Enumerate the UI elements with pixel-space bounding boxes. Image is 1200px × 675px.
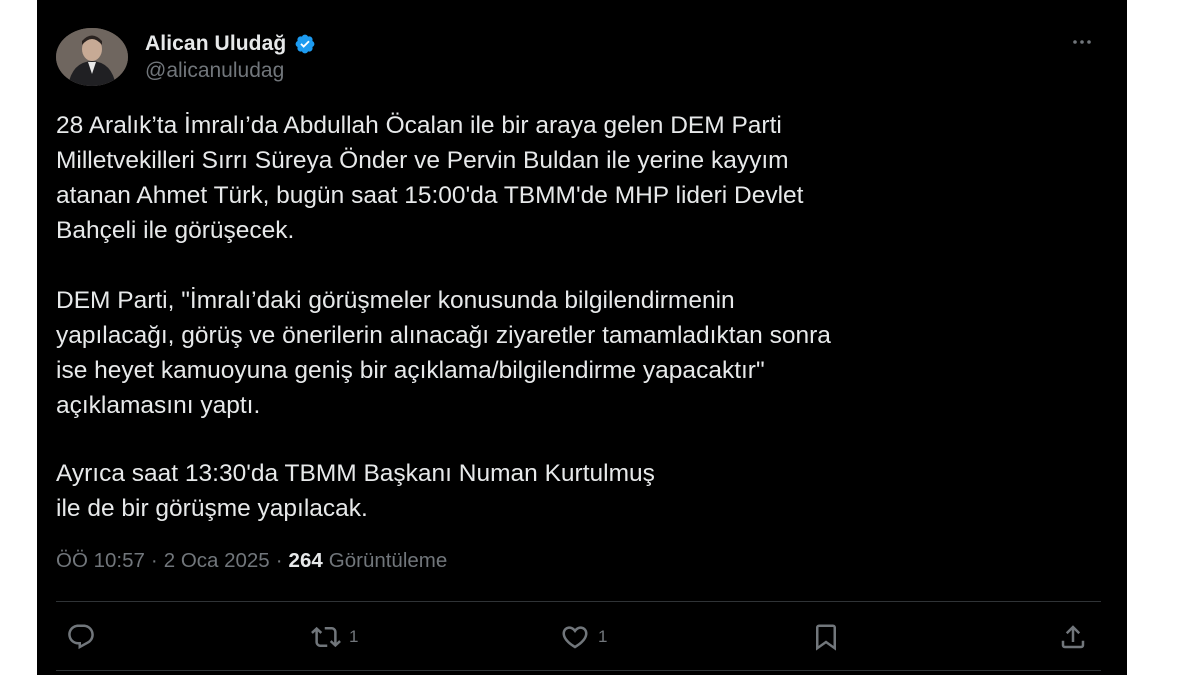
like-count: 1 [598, 627, 608, 646]
author-handle[interactable]: @alicanuludag [145, 59, 284, 83]
reply-icon [68, 624, 94, 650]
bookmark-icon [816, 624, 836, 651]
views-label: Görüntüleme [328, 549, 448, 572]
more-icon[interactable] [1067, 30, 1097, 54]
tweet-text-paragraph: 28 Aralık’ta İmralı’da Abdullah Öcalan i… [56, 112, 804, 244]
verified-badge-icon [294, 33, 316, 55]
retweet-icon [311, 626, 341, 648]
heart-icon [562, 626, 588, 649]
tweet-text-paragraph: Ayrıca saat 13:30'da TBMM Başkanı Numan … [56, 460, 655, 522]
avatar-image [56, 28, 128, 86]
share-button[interactable] [1058, 617, 1088, 657]
meta-separator: · [150, 549, 158, 572]
divider [56, 670, 1101, 671]
tweet-meta: ÖÖ 10:57 · 2 Oca 2025 · 264 Görüntüleme [56, 549, 447, 573]
bookmark-button[interactable] [811, 617, 841, 657]
action-bar: 1 1 [56, 617, 1101, 657]
tweet-date[interactable]: 2 Oca 2025 [164, 549, 270, 573]
retweet-count: 1 [349, 627, 359, 646]
retweet-button[interactable]: 1 [311, 617, 358, 657]
meta-separator: · [275, 549, 283, 572]
share-icon [1061, 625, 1085, 649]
divider [56, 601, 1101, 602]
tweet-card: Alican Uludağ @alicanuludag 28 Aralık’ta… [37, 0, 1127, 675]
like-button[interactable]: 1 [560, 617, 607, 657]
reply-button[interactable] [66, 617, 104, 657]
avatar[interactable] [56, 28, 128, 86]
author-name-row: Alican Uludağ [145, 30, 316, 58]
tweet-time[interactable]: ÖÖ 10:57 [56, 549, 145, 573]
tweet-text-paragraph: DEM Parti, "İmralı’daki görüşmeler konus… [56, 287, 831, 419]
views-count: 264 [288, 549, 323, 572]
author-display-name[interactable]: Alican Uludağ [145, 32, 286, 56]
